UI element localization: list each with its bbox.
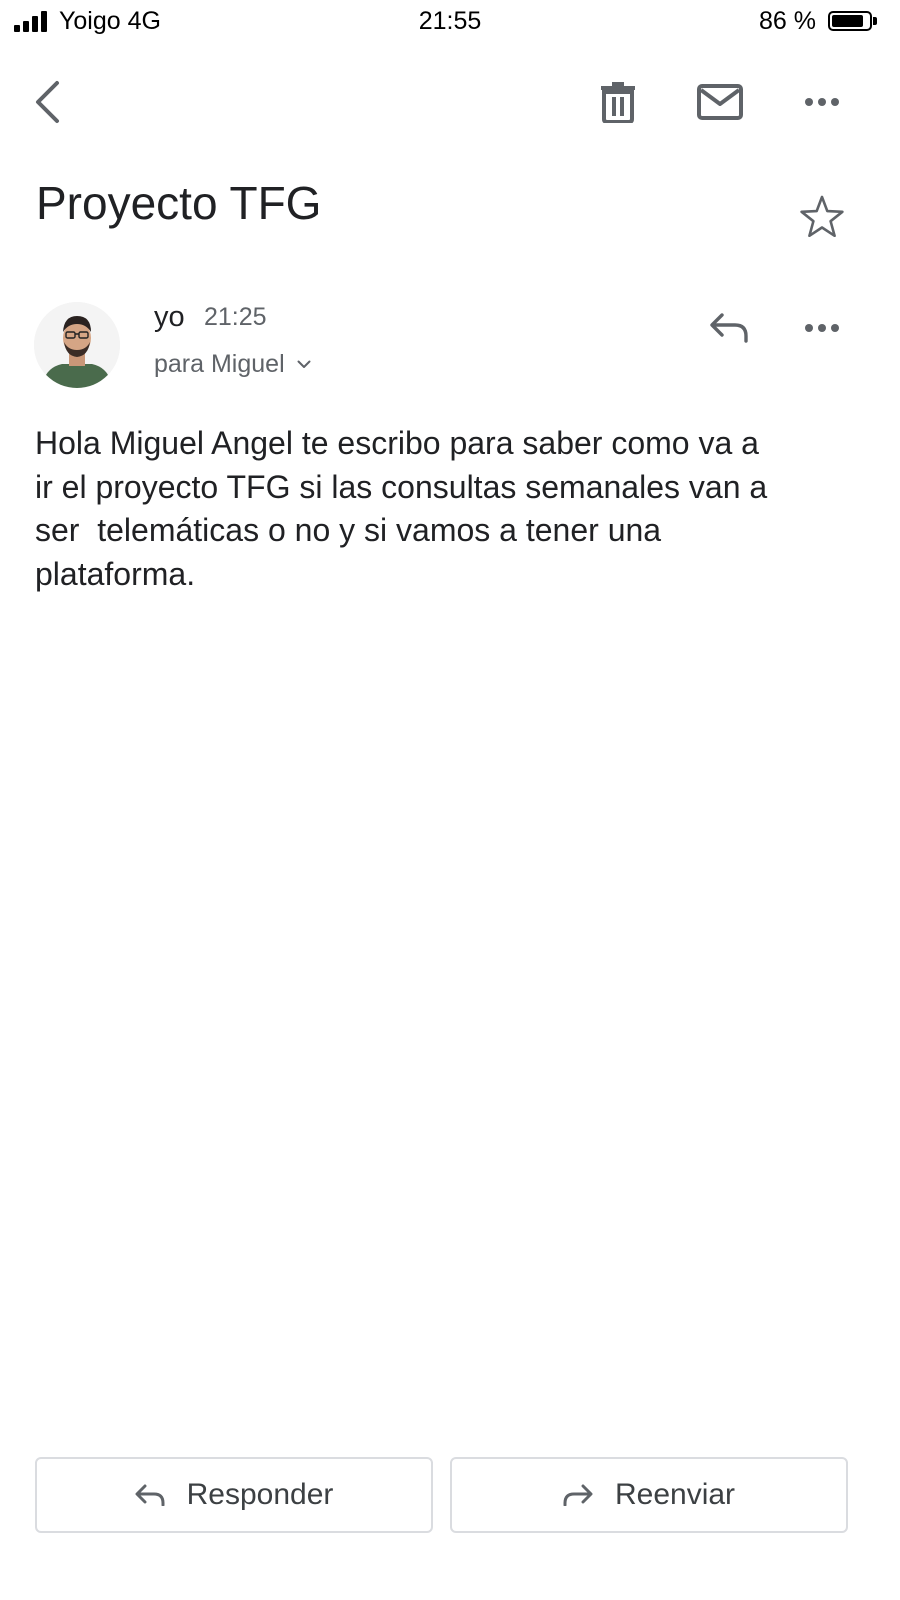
mark-unread-button[interactable] [694, 78, 746, 126]
reply-action-button[interactable]: Responder [35, 1457, 433, 1533]
reply-icon [710, 313, 748, 343]
chevron-left-icon [36, 81, 59, 123]
battery-nub [873, 17, 877, 25]
battery-icon [828, 11, 872, 31]
back-button[interactable] [22, 74, 74, 130]
forward-icon [563, 1484, 593, 1506]
delete-button[interactable] [592, 76, 644, 128]
recipient-details-toggle[interactable]: para Miguel [154, 350, 311, 379]
avatar[interactable] [34, 302, 120, 388]
more-horizontal-icon [805, 324, 839, 332]
recipient-label: para Miguel [154, 350, 285, 378]
battery-level [832, 15, 863, 27]
mail-icon [697, 84, 743, 120]
more-options-button[interactable] [796, 84, 848, 120]
email-subject: Proyecto TFG [36, 177, 322, 229]
sender-name: yo [154, 301, 185, 333]
avatar-image [34, 302, 120, 388]
chevron-down-icon [297, 360, 311, 369]
forward-action-label: Reenviar [614, 1478, 736, 1511]
email-time: 21:25 [204, 303, 267, 331]
message-more-button[interactable] [796, 310, 848, 346]
status-bar: Yoigo 4G 21:55 86 % [0, 0, 900, 44]
forward-action-button[interactable]: Reenviar [450, 1457, 848, 1533]
more-horizontal-icon [805, 98, 839, 106]
reply-action-label: Responder [186, 1478, 334, 1511]
star-outline-icon [800, 195, 844, 237]
trash-icon [601, 82, 635, 123]
battery-percentage: 86 % [759, 7, 816, 35]
reply-button[interactable] [702, 304, 756, 352]
star-button[interactable] [796, 190, 848, 242]
email-body: Hola Miguel Angel te escribo para saber … [35, 425, 768, 592]
reply-icon [135, 1484, 165, 1506]
